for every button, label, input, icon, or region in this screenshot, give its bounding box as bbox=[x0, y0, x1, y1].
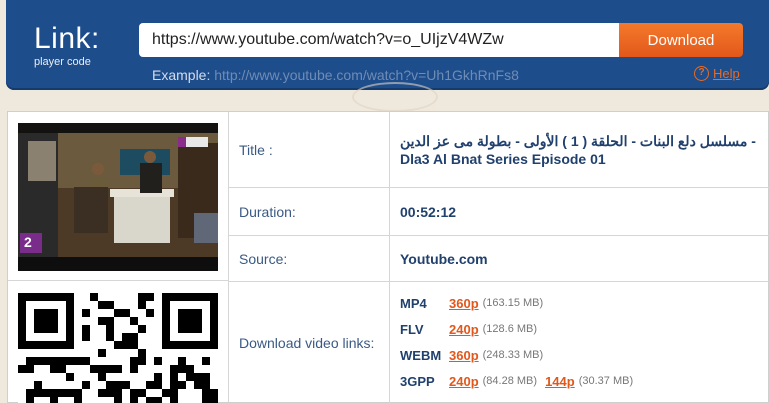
download-links-row: Download video links: MP4 360p (163.15 M… bbox=[229, 282, 769, 403]
qr-code bbox=[18, 293, 218, 403]
link-row-webm: WEBM 360p (248.33 MB) bbox=[400, 342, 641, 368]
file-size: (128.6 MB) bbox=[482, 323, 538, 335]
brand-title: Link: bbox=[34, 22, 100, 55]
duration-label: Duration: bbox=[229, 188, 390, 235]
example-line: Example: http://www.youtube.com/watch?v=… bbox=[152, 67, 519, 83]
source-label: Source: bbox=[229, 236, 390, 281]
source-row: Source: Youtube.com bbox=[229, 236, 769, 282]
example-label: Example: bbox=[152, 67, 211, 83]
channel-badge: 2 bbox=[24, 234, 32, 250]
quality-link[interactable]: 360p bbox=[449, 296, 479, 311]
title-label: Title : bbox=[229, 112, 390, 187]
help-label[interactable]: Help bbox=[713, 66, 740, 81]
link-row-flv: FLV 240p (128.6 MB) bbox=[400, 316, 641, 342]
file-size: (30.37 MB) bbox=[578, 375, 634, 387]
example-link[interactable]: http://www.youtube.com/watch?v=Uh1GkhRnF… bbox=[214, 67, 519, 83]
format-label: 3GPP bbox=[400, 373, 435, 389]
header-bar: Link: player code Download Example: http… bbox=[6, 0, 769, 90]
file-size: (163.15 MB) bbox=[482, 297, 544, 309]
link-row-mp4: MP4 360p (163.15 MB) bbox=[400, 290, 641, 316]
result-panel: 2 Title : مسلسل دلع البنات - الحلقة ( 1 … bbox=[7, 111, 769, 403]
brand-subtitle: player code bbox=[34, 56, 91, 68]
video-duration: 00:52:12 bbox=[400, 203, 457, 220]
video-source: Youtube.com bbox=[400, 250, 488, 267]
video-title: مسلسل دلع البنات - الحلقة ( 1 ) الأولى -… bbox=[400, 132, 756, 167]
video-thumbnail[interactable]: 2 bbox=[18, 123, 218, 271]
duration-row: Duration: 00:52:12 bbox=[229, 188, 769, 236]
help-icon: ? bbox=[694, 66, 709, 81]
quality-link[interactable]: 240p bbox=[449, 374, 479, 389]
quality-link[interactable]: 144p bbox=[545, 374, 575, 389]
help-link[interactable]: ? Help bbox=[694, 66, 740, 81]
quality-link[interactable]: 360p bbox=[449, 348, 479, 363]
media-column: 2 bbox=[8, 112, 229, 403]
title-row: Title : مسلسل دلع البنات - الحلقة ( 1 ) … bbox=[229, 112, 769, 188]
format-label: MP4 bbox=[400, 295, 427, 311]
video-frame-image bbox=[18, 123, 218, 271]
format-label: FLV bbox=[400, 321, 424, 337]
download-links-label: Download video links: bbox=[229, 282, 390, 403]
download-button[interactable]: Download bbox=[619, 23, 743, 57]
quality-link[interactable]: 240p bbox=[449, 322, 479, 337]
background-watermark bbox=[352, 82, 438, 112]
format-label: WEBM bbox=[400, 347, 442, 363]
url-input[interactable] bbox=[139, 23, 621, 57]
qr-code-image bbox=[18, 293, 218, 403]
link-row-3gpp: 3GPP 240p (84.28 MB) 144p (30.37 MB) bbox=[400, 368, 641, 394]
file-size: (248.33 MB) bbox=[482, 349, 544, 361]
download-links-list: MP4 360p (163.15 MB) FLV 240p (128.6 MB)… bbox=[400, 290, 641, 394]
file-size: (84.28 MB) bbox=[482, 375, 538, 387]
thumbnail-cell: 2 bbox=[8, 112, 229, 281]
